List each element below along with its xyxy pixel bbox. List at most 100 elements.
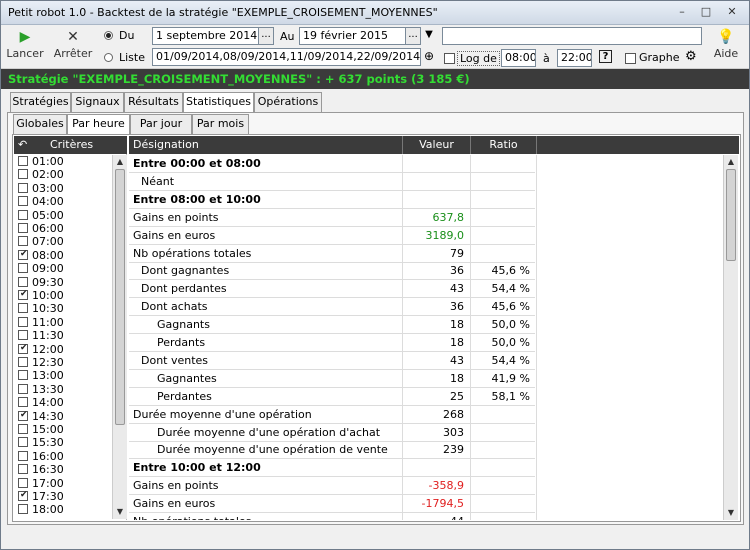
list-item[interactable]: 06:00 xyxy=(14,222,112,235)
hour-checkbox[interactable] xyxy=(18,263,28,274)
gears-icon[interactable]: ⚙ xyxy=(685,49,697,64)
col-valeur[interactable]: Valeur xyxy=(403,136,471,154)
list-item[interactable]: 09:00 xyxy=(14,262,112,275)
graph-checkbox[interactable] xyxy=(625,53,636,64)
minimize-icon[interactable]: – xyxy=(673,3,691,20)
run-button[interactable]: ▶ Lancer xyxy=(5,27,45,67)
table-row[interactable]: Entre 08:00 et 10:00 xyxy=(129,190,537,209)
col-designation[interactable]: Désignation xyxy=(129,136,403,154)
log-checkbox[interactable] xyxy=(444,53,455,64)
hour-checkbox[interactable] xyxy=(18,357,28,367)
date-from-field[interactable]: 1 septembre 2014 xyxy=(152,27,259,45)
table-row[interactable]: Durée moyenne d'une opération d'achat 303 xyxy=(129,423,537,442)
list-item[interactable]: 15:30 xyxy=(14,436,112,449)
criteria-scrollbar[interactable]: ▲ ▼ xyxy=(112,155,127,519)
list-item[interactable]: 09:30 xyxy=(14,276,112,289)
tab-resultats[interactable]: Résultats xyxy=(124,92,183,112)
table-row[interactable]: Durée moyenne d'une opération 268 xyxy=(129,405,537,424)
strategy-search-field[interactable] xyxy=(442,27,702,45)
list-item[interactable]: 03:00 xyxy=(14,182,112,195)
stop-button[interactable]: ✕ Arrêter xyxy=(53,27,93,67)
date-list-field[interactable]: 01/09/2014,08/09/2014,11/09/2014,22/09/2… xyxy=(152,48,421,66)
list-item[interactable]: 10:00 xyxy=(14,288,112,302)
date-to-field[interactable]: 19 février 2015 xyxy=(299,27,406,45)
liste-radio[interactable] xyxy=(104,53,113,62)
du-radio[interactable] xyxy=(104,31,113,40)
list-item[interactable]: 11:00 xyxy=(14,316,112,329)
list-item[interactable]: 14:00 xyxy=(14,396,112,409)
hour-checkbox[interactable] xyxy=(18,209,28,220)
hour-checkbox[interactable] xyxy=(18,409,28,422)
hour-checkbox[interactable] xyxy=(18,156,28,166)
time-to-field[interactable]: 22:00 xyxy=(557,49,592,67)
scroll-down-icon[interactable]: ▼ xyxy=(724,506,738,520)
tab-signaux[interactable]: Signaux xyxy=(71,92,124,112)
tab-globales[interactable]: Globales xyxy=(13,114,67,134)
stats-scroll-thumb[interactable] xyxy=(726,169,736,261)
chevron-down-icon[interactable]: ▼ xyxy=(421,27,437,45)
stats-scrollbar[interactable]: ▲ ▼ xyxy=(723,155,738,520)
list-item[interactable]: 15:00 xyxy=(14,423,112,436)
hour-checkbox[interactable] xyxy=(18,276,28,287)
date-from-picker-button[interactable]: ... xyxy=(258,27,274,45)
table-row[interactable]: Gains en points 637,8 xyxy=(129,208,537,227)
tab-par-jour[interactable]: Par jour xyxy=(130,114,192,134)
tab-par-mois[interactable]: Par mois xyxy=(192,114,249,134)
help-button[interactable]: 💡 Aide xyxy=(707,27,745,67)
hour-checkbox[interactable] xyxy=(18,477,28,488)
list-item[interactable]: 02:00 xyxy=(14,168,112,181)
table-row[interactable]: Entre 10:00 et 12:00 xyxy=(129,459,537,478)
table-row[interactable]: Perdantes 25 58,1 % xyxy=(129,387,537,406)
list-item[interactable]: 13:30 xyxy=(14,383,112,396)
table-row[interactable]: Gains en euros -1794,5 xyxy=(129,495,537,514)
tab-operations[interactable]: Opérations xyxy=(254,92,322,112)
hour-checkbox[interactable] xyxy=(18,182,28,193)
list-item[interactable]: 16:00 xyxy=(14,450,112,463)
list-item[interactable]: 01:00 xyxy=(14,155,112,168)
hour-checkbox[interactable] xyxy=(18,196,28,207)
table-row[interactable]: Dont gagnantes 36 45,6 % xyxy=(129,262,537,281)
hour-checkbox[interactable] xyxy=(18,288,28,301)
criteria-scroll-thumb[interactable] xyxy=(115,169,125,425)
hour-checkbox[interactable] xyxy=(18,316,28,327)
table-row[interactable]: Gains en points -358,9 xyxy=(129,477,537,496)
table-row[interactable]: Durée moyenne d'une opération de vente 23… xyxy=(129,441,537,460)
list-item[interactable]: 14:30 xyxy=(14,409,112,423)
hour-checkbox[interactable] xyxy=(18,330,28,341)
date-to-picker-button[interactable]: ... xyxy=(405,27,421,45)
list-item[interactable]: 08:00 xyxy=(14,248,112,262)
hour-checkbox[interactable] xyxy=(18,223,28,233)
undo-icon[interactable]: ↶ xyxy=(18,136,27,154)
table-row[interactable]: Dont achats 36 45,6 % xyxy=(129,298,537,317)
table-row[interactable]: Entre 00:00 et 08:00 xyxy=(129,155,537,173)
table-row[interactable]: Nb opérations totales44 xyxy=(129,513,537,520)
time-from-field[interactable]: 08:00 xyxy=(501,49,536,67)
table-row[interactable]: Gagnants 18 50,0 % xyxy=(129,316,537,335)
add-list-icon[interactable]: ⊕ xyxy=(421,48,437,66)
close-icon[interactable]: ✕ xyxy=(723,3,741,20)
list-item[interactable]: 10:30 xyxy=(14,302,112,315)
tab-strategies[interactable]: Stratégies xyxy=(10,92,71,112)
hour-checkbox[interactable] xyxy=(18,424,28,434)
hour-checkbox[interactable] xyxy=(18,370,28,381)
scroll-up-icon[interactable]: ▲ xyxy=(724,155,738,169)
scroll-up-icon[interactable]: ▲ xyxy=(113,155,127,169)
hour-checkbox[interactable] xyxy=(18,397,28,408)
table-row[interactable]: Gains en euros 3189,0 xyxy=(129,226,537,245)
hour-checkbox[interactable] xyxy=(18,236,28,247)
list-item[interactable]: 11:30 xyxy=(14,329,112,342)
table-row[interactable]: Dont perdantes 43 54,4 % xyxy=(129,280,537,299)
hour-checkbox[interactable] xyxy=(18,169,28,180)
maximize-icon[interactable]: □ xyxy=(697,3,715,20)
list-item[interactable]: 17:30 xyxy=(14,489,112,503)
table-row[interactable]: Nb opérations totales 79 xyxy=(129,244,537,263)
table-row[interactable]: Gagnantes 18 41,9 % xyxy=(129,369,537,388)
hour-checkbox[interactable] xyxy=(18,464,28,475)
list-item[interactable]: 13:00 xyxy=(14,369,112,382)
tab-par-heure[interactable]: Par heure xyxy=(67,114,130,135)
list-item[interactable]: 12:00 xyxy=(14,342,112,356)
hour-checkbox[interactable] xyxy=(18,504,28,515)
hour-checkbox[interactable] xyxy=(18,383,28,394)
help-question-icon[interactable]: ? xyxy=(599,50,612,63)
list-item[interactable]: 07:00 xyxy=(14,235,112,248)
